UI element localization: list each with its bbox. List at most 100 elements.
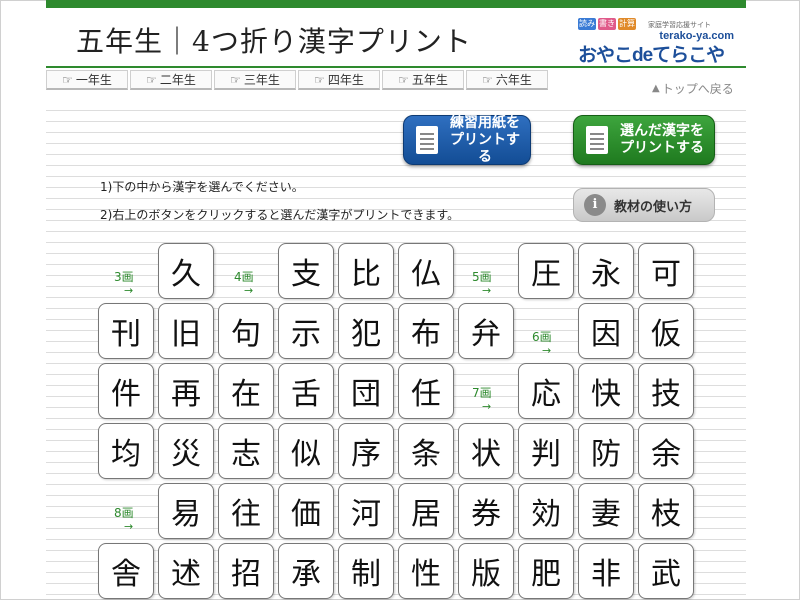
- right-arrow-icon: →: [542, 344, 552, 357]
- print-selected-line2: プリントする: [620, 140, 704, 156]
- kanji-button[interactable]: 判: [518, 423, 574, 479]
- back-to-top-link[interactable]: ▲ トップへ戻る: [652, 80, 734, 97]
- kanji-button[interactable]: 旧: [158, 303, 214, 359]
- stroke-count-label: 3画 →: [114, 270, 134, 298]
- kanji-button[interactable]: 件: [98, 363, 154, 419]
- kanji-button[interactable]: 価: [278, 483, 334, 539]
- print-blank-sheet-button[interactable]: 練習用紙を プリントする: [403, 115, 531, 165]
- kanji-button[interactable]: 在: [218, 363, 274, 419]
- stroke-count-text: 8画: [114, 506, 134, 520]
- kanji-button[interactable]: 往: [218, 483, 274, 539]
- kanji-button[interactable]: 可: [638, 243, 694, 299]
- kanji-button[interactable]: 居: [398, 483, 454, 539]
- stroke-count-text: 7画: [472, 386, 492, 400]
- kanji-button[interactable]: 仏: [398, 243, 454, 299]
- document-icon: [416, 126, 438, 154]
- kanji-button[interactable]: 招: [218, 543, 274, 599]
- kanji-button[interactable]: 技: [638, 363, 694, 419]
- kanji-button[interactable]: 比: [338, 243, 394, 299]
- kanji-button[interactable]: 仮: [638, 303, 694, 359]
- kanji-button[interactable]: 述: [158, 543, 214, 599]
- kanji-button[interactable]: 防: [578, 423, 634, 479]
- logo-chip-math: 計算: [618, 18, 636, 30]
- kanji-button[interactable]: 似: [278, 423, 334, 479]
- kanji-button[interactable]: 肥: [518, 543, 574, 599]
- stroke-count-text: 3画: [114, 270, 134, 284]
- print-blank-line1: 練習用紙を: [450, 114, 520, 131]
- instruction-step-1: 1)下の中から漢字を選んでください。: [100, 180, 304, 194]
- kanji-button[interactable]: 効: [518, 483, 574, 539]
- kanji-button[interactable]: 余: [638, 423, 694, 479]
- nav-grade-2[interactable]: ☞ 二年生: [130, 70, 212, 90]
- kanji-button[interactable]: 示: [278, 303, 334, 359]
- kanji-button[interactable]: 応: [518, 363, 574, 419]
- pointing-hand-icon: ☞: [314, 72, 325, 87]
- howto-button[interactable]: i 教材の使い方: [573, 188, 715, 222]
- kanji-button[interactable]: 版: [458, 543, 514, 599]
- kanji-button[interactable]: 条: [398, 423, 454, 479]
- kanji-button[interactable]: 快: [578, 363, 634, 419]
- pointing-hand-icon: ☞: [398, 72, 409, 87]
- right-arrow-icon: →: [124, 520, 134, 533]
- nav-label: 二年生: [159, 73, 196, 87]
- print-selected-line1: 選んだ漢字を: [620, 123, 704, 139]
- kanji-button[interactable]: 久: [158, 243, 214, 299]
- kanji-button[interactable]: 永: [578, 243, 634, 299]
- kanji-button[interactable]: 承: [278, 543, 334, 599]
- kanji-button[interactable]: 舌: [278, 363, 334, 419]
- kanji-button[interactable]: 支: [278, 243, 334, 299]
- page-title: 五年生｜4つ折り漢字プリント: [76, 25, 472, 58]
- kanji-button[interactable]: 序: [338, 423, 394, 479]
- right-arrow-icon: →: [482, 400, 492, 413]
- kanji-button[interactable]: 団: [338, 363, 394, 419]
- kanji-button[interactable]: 任: [398, 363, 454, 419]
- stroke-count-label: 7画 →: [472, 386, 492, 414]
- kanji-button[interactable]: 非: [578, 543, 634, 599]
- nav-grade-4[interactable]: ☞ 四年生: [298, 70, 380, 90]
- kanji-button[interactable]: 河: [338, 483, 394, 539]
- kanji-button[interactable]: 武: [638, 543, 694, 599]
- kanji-button[interactable]: 災: [158, 423, 214, 479]
- kanji-button[interactable]: 妻: [578, 483, 634, 539]
- kanji-button[interactable]: 性: [398, 543, 454, 599]
- nav-grade-3[interactable]: ☞ 三年生: [214, 70, 296, 90]
- kanji-button[interactable]: 再: [158, 363, 214, 419]
- document-icon: [586, 126, 608, 154]
- kanji-button[interactable]: 舎: [98, 543, 154, 599]
- page-header: 五年生｜4つ折り漢字プリント 読み 書き 計算 家庭学習応援サイト terako…: [46, 8, 746, 68]
- nav-label: 四年生: [327, 73, 364, 87]
- kanji-button[interactable]: 圧: [518, 243, 574, 299]
- kanji-button[interactable]: 弁: [458, 303, 514, 359]
- nav-label: 三年生: [243, 73, 280, 87]
- logo-chip-writing: 書き: [598, 18, 616, 30]
- kanji-button[interactable]: 券: [458, 483, 514, 539]
- print-selected-button[interactable]: 選んだ漢字を プリントする: [573, 115, 715, 165]
- kanji-button[interactable]: 均: [98, 423, 154, 479]
- nav-grade-5[interactable]: ☞ 五年生: [382, 70, 464, 90]
- kanji-button[interactable]: 犯: [338, 303, 394, 359]
- nav-grade-6[interactable]: ☞ 六年生: [466, 70, 548, 90]
- nav-grade-1[interactable]: ☞ 一年生: [46, 70, 128, 90]
- stroke-count-label: 4画 →: [234, 270, 254, 298]
- kanji-button[interactable]: 刊: [98, 303, 154, 359]
- right-arrow-icon: →: [124, 284, 134, 297]
- right-arrow-icon: →: [482, 284, 492, 297]
- kanji-button[interactable]: 句: [218, 303, 274, 359]
- stroke-count-text: 5画: [472, 270, 492, 284]
- kanji-button[interactable]: 易: [158, 483, 214, 539]
- kanji-button[interactable]: 因: [578, 303, 634, 359]
- pointing-hand-icon: ☞: [146, 72, 157, 87]
- top-accent-bar: [46, 0, 746, 8]
- kanji-button[interactable]: 布: [398, 303, 454, 359]
- instruction-step-2: 2)右上のボタンをクリックすると選んだ漢字がプリントできます。: [100, 208, 460, 222]
- stroke-count-text: 4画: [234, 270, 254, 284]
- print-blank-sheet-label: 練習用紙を プリントする: [448, 115, 530, 166]
- kanji-button[interactable]: 枝: [638, 483, 694, 539]
- kanji-button[interactable]: 制: [338, 543, 394, 599]
- kanji-button[interactable]: 状: [458, 423, 514, 479]
- site-logo[interactable]: 読み 書き 計算 家庭学習応援サイト terako-ya.com おやこdeてら…: [578, 18, 738, 66]
- nav-label: 六年生: [495, 73, 532, 87]
- grade-nav: ☞ 一年生 ☞ 二年生 ☞ 三年生 ☞ 四年生 ☞ 五年生 ☞ 六年生: [46, 70, 548, 92]
- stroke-count-label: 6画 →: [532, 330, 552, 358]
- kanji-button[interactable]: 志: [218, 423, 274, 479]
